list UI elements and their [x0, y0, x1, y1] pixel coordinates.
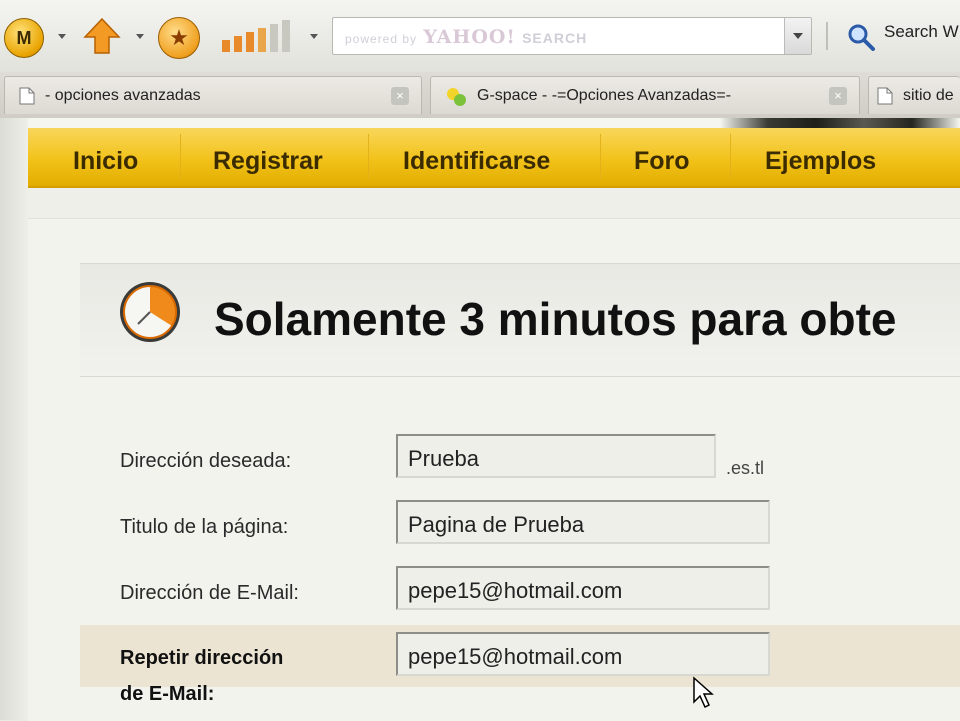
titulo-input[interactable]: Pagina de Prueba — [396, 500, 770, 544]
direccion-input[interactable]: Prueba — [396, 434, 716, 478]
browser-toolbar: M ★ powered by YAHOO! SEARCH Search W — [0, 0, 960, 73]
search-web-label[interactable]: Search W — [884, 22, 959, 42]
nav-foro[interactable]: Foro — [634, 147, 690, 176]
page-icon — [19, 87, 35, 105]
m-logo-menu-arrow[interactable] — [58, 34, 66, 39]
yahoo-logo: YAHOO! — [423, 26, 516, 48]
header-image — [720, 118, 960, 128]
page-icon — [877, 87, 893, 105]
field-label-direccion: Dirección deseada: — [120, 450, 292, 472]
search-brand-suffix: SEARCH — [522, 30, 588, 46]
tab-strip: - opciones avanzadas × G-space - -=Opcio… — [0, 72, 960, 119]
nav-divider — [368, 134, 369, 180]
search-brand: powered by YAHOO! SEARCH — [345, 26, 587, 49]
page-margin — [0, 118, 28, 720]
domain-suffix: .es.tl — [726, 458, 765, 478]
title-banner: Solamente 3 minutos para obte — [80, 263, 960, 377]
nav-divider — [600, 134, 601, 180]
web-page: Inicio Registrar Identificarse Foro Ejem… — [0, 118, 960, 721]
clock-icon — [118, 280, 182, 344]
repeat-email-label-line2: de E-Mail: — [120, 683, 215, 705]
toolbar-separator — [826, 22, 828, 50]
page-title: Solamente 3 minutos para obte — [214, 293, 897, 345]
main-navigation: Inicio Registrar Identificarse Foro Ejem… — [28, 128, 960, 188]
nav-inicio[interactable]: Inicio — [73, 147, 138, 176]
m-logo-button[interactable]: M — [4, 18, 44, 58]
field-label-repeat-email: Repetir dirección de E-Mail: — [120, 640, 283, 712]
tab-close-icon[interactable]: × — [391, 87, 409, 105]
nav-identificarse[interactable]: Identificarse — [403, 147, 550, 176]
field-label-email: Dirección de E-Mail: — [120, 582, 299, 604]
nav-divider — [730, 134, 731, 180]
up-arrow-icon[interactable] — [82, 16, 122, 56]
repeat-email-input[interactable]: pepe15@hotmail.com — [396, 632, 770, 676]
search-brand-prefix: powered by — [345, 32, 418, 46]
tab-label: sitio de — [903, 86, 954, 104]
g-space-icon — [445, 87, 467, 106]
email-input[interactable]: pepe15@hotmail.com — [396, 566, 770, 610]
tab-label: G-space - -=Opciones Avanzadas=- — [477, 86, 732, 104]
search-input[interactable]: powered by YAHOO! SEARCH — [332, 17, 812, 55]
tab-opciones-avanzadas[interactable]: - opciones avanzadas × — [4, 76, 422, 114]
tab-sitio[interactable]: sitio de — [868, 76, 960, 114]
tab-g-space[interactable]: G-space - -=Opciones Avanzadas=- × — [430, 76, 860, 114]
bars-menu-arrow[interactable] — [310, 34, 318, 39]
signal-bars-icon[interactable] — [220, 18, 298, 54]
nav-ejemplos[interactable]: Ejemplos — [765, 147, 876, 176]
repeat-email-label-line1: Repetir dirección — [120, 647, 284, 669]
up-arrow-menu-arrow[interactable] — [136, 34, 144, 39]
magnifier-icon[interactable] — [846, 22, 876, 52]
nav-registrar[interactable]: Registrar — [213, 147, 323, 176]
tab-close-icon[interactable]: × — [829, 87, 847, 105]
search-dropdown-button[interactable] — [784, 18, 811, 54]
star-icon[interactable]: ★ — [158, 17, 200, 59]
mouse-cursor-icon — [692, 676, 714, 712]
tab-label: - opciones avanzadas — [45, 86, 201, 104]
nav-divider — [180, 134, 181, 180]
m-logo-glyph: M — [16, 27, 32, 48]
field-label-titulo: Titulo de la página: — [120, 516, 289, 538]
